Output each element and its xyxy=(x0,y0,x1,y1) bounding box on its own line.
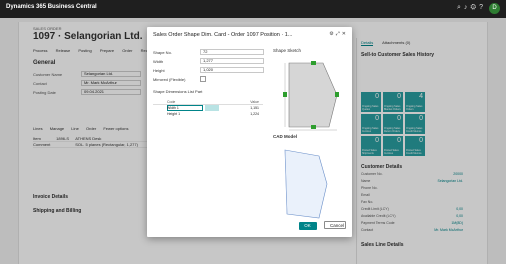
shape-dim-card-dialog: Sales Order Shape Dim. Card - Order 1097… xyxy=(147,27,352,237)
search-icon[interactable]: ⌕ xyxy=(457,4,464,11)
edge-handle-left[interactable] xyxy=(283,92,287,97)
app-name: Dynamics 365 Business Central xyxy=(6,4,97,10)
dialog-window-controls: ⚙⤢✕ xyxy=(329,31,348,37)
height-field: Height 1,020 xyxy=(153,67,264,74)
shape-no-input[interactable]: 72 xyxy=(200,49,264,55)
close-icon[interactable]: ✕ xyxy=(342,31,348,37)
width-input[interactable]: 1,277 xyxy=(200,58,264,64)
help-icon[interactable]: ? xyxy=(479,4,486,11)
shape-no-field: Shape No. 72 xyxy=(153,49,264,56)
shape-sketch xyxy=(283,61,339,131)
edge-handle-bottom[interactable] xyxy=(311,125,316,129)
cad-model-view xyxy=(284,149,328,219)
mirrored-checkbox[interactable] xyxy=(200,76,206,82)
avatar[interactable]: D xyxy=(489,3,500,14)
shape-sketch-title[interactable]: Shape Sketch xyxy=(273,48,301,53)
dialog-buttons: OK Cancel xyxy=(296,214,346,232)
topbar-icons: ⌕♪⚙? xyxy=(457,4,486,12)
mirrored-field: Mirrored (Flexible) xyxy=(153,77,186,82)
app-bar: Dynamics 365 Business Central ⌕♪⚙? D xyxy=(0,0,506,18)
width-field: Width 1,277 xyxy=(153,58,264,65)
edge-handle-right[interactable] xyxy=(335,92,339,97)
edge-handle-top[interactable] xyxy=(311,61,316,65)
sublist-title[interactable]: Shape Dimensions List Part xyxy=(153,89,202,94)
cancel-button[interactable]: Cancel xyxy=(324,221,346,229)
dialog-title: Sales Order Shape Dim. Card - Order 1097… xyxy=(153,32,293,38)
ok-button[interactable]: OK xyxy=(298,222,317,230)
shape-dimensions-list: Code Value Width 1 1,151 Height 1 1,224 xyxy=(153,99,263,117)
table-row[interactable]: Height 1 1,224 xyxy=(153,111,263,117)
gear-icon[interactable]: ⚙ xyxy=(470,4,479,11)
height-input[interactable]: 1,020 xyxy=(200,67,264,73)
cad-model-title[interactable]: CAD Model xyxy=(273,134,297,139)
